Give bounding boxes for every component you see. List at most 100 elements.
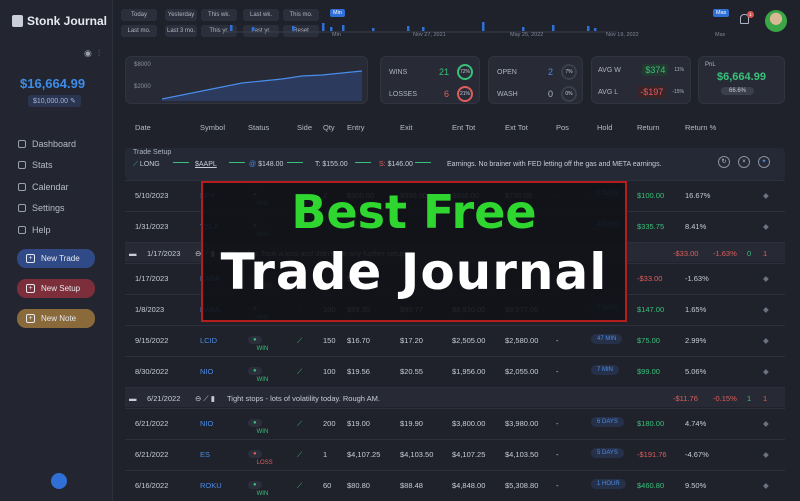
table-row[interactable]: 6/21/2022 NIO ● WIN ⟋ 200 $19.00 $19.90 $3,800.…: [125, 408, 785, 436]
eye-icon[interactable]: ◉: [84, 48, 92, 59]
filter-yesterday[interactable]: Yesterday: [165, 9, 197, 21]
table-row[interactable]: 6/16/2022 ROKU ● WIN ⟋ 60 $80.80 $88.48 $4,848.…: [125, 470, 785, 498]
column-header[interactable]: Status: [248, 123, 269, 132]
status-badge: ● WIN: [248, 367, 268, 383]
trade-symbol[interactable]: ROKU: [200, 481, 222, 490]
tag-icon[interactable]: ◆: [763, 274, 769, 283]
sidebar-item-help[interactable]: Help: [18, 219, 76, 241]
gear-icon: [18, 204, 26, 213]
column-header[interactable]: Return: [637, 123, 660, 132]
filter-last-3-mo[interactable]: Last 3 mo.: [165, 25, 197, 37]
trade-position: -: [556, 367, 559, 376]
day-icons: ⊖ ⟋ ▮: [195, 394, 215, 403]
timeline-max-tag[interactable]: Max: [713, 9, 730, 17]
column-header[interactable]: Pos: [556, 123, 569, 132]
new-note-button[interactable]: + New Note: [17, 309, 95, 328]
refresh-icon[interactable]: ↻: [718, 156, 730, 168]
trade-date: 6/16/2022: [135, 481, 169, 490]
trade-entry-total: $4,848.00: [452, 481, 486, 490]
trade-symbol[interactable]: NIO: [200, 419, 213, 428]
day-win-count: 0: [747, 249, 752, 258]
avatar[interactable]: [765, 10, 787, 32]
avg-win-stat: AVG W $374 11%: [598, 64, 684, 76]
twitter-icon[interactable]: ✦: [758, 156, 770, 168]
column-header[interactable]: Qty: [323, 123, 335, 132]
sidebar-item-calendar[interactable]: Calendar: [18, 176, 76, 198]
sidebar-item-stats[interactable]: Stats: [18, 155, 76, 177]
sidebar-item-dashboard[interactable]: Dashboard: [18, 133, 76, 155]
trade-return: $99.00: [637, 367, 660, 376]
trade-date: 1/31/2023: [135, 222, 169, 231]
help-chat-button[interactable]: [51, 473, 67, 489]
tag-icon[interactable]: ◆: [763, 481, 769, 490]
day-loss-count: 1: [763, 394, 768, 403]
setup-side: ⟋ LONG: [133, 161, 160, 168]
sliders-icon[interactable]: ⫶: [98, 48, 100, 59]
trade-timeline[interactable]: [222, 10, 617, 34]
table-row[interactable]: 8/30/2022 NIO ● WIN ⟋ 100 $19.56 $20.55 $1,956.…: [125, 356, 785, 384]
account-balance: $16,664.99: [20, 76, 86, 91]
pnl-card: PnL $6,664.99 66.6%: [698, 56, 785, 104]
column-header[interactable]: Symbol: [200, 123, 225, 132]
starting-balance: $10,000.00 ✎: [28, 95, 81, 107]
table-row[interactable]: 9/15/2022 LCID ● WIN ⟋ 150 $16.70 $17.20 $2,505…: [125, 325, 785, 353]
column-header[interactable]: Ent Tot: [452, 123, 475, 132]
day-date: 1/17/2023: [147, 249, 181, 258]
app-logo[interactable]: Stonk Journal: [12, 14, 107, 28]
trade-exit-total: $4,103.50: [505, 450, 539, 459]
calendar-icon: [18, 182, 26, 191]
tag-icon[interactable]: ◆: [763, 305, 769, 314]
timeline-bar: [252, 27, 255, 31]
new-trade-button[interactable]: + New Trade: [17, 249, 95, 268]
sidebar-item-label: Help: [32, 224, 51, 235]
notification-badge: 1: [747, 11, 754, 18]
tag-icon[interactable]: ◆: [763, 419, 769, 428]
stats-icon: [18, 161, 26, 170]
timeline-min-tag[interactable]: Min: [330, 9, 345, 17]
column-header[interactable]: Date: [135, 123, 151, 132]
column-header[interactable]: Entry: [347, 123, 365, 132]
trend-icon: ⟋: [297, 419, 303, 428]
trade-position: -: [556, 336, 559, 345]
trade-exit: $88.48: [400, 481, 423, 490]
setup-note: Earnings. No brainer with FED letting of…: [447, 161, 662, 168]
column-header[interactable]: Ext Tot: [505, 123, 528, 132]
new-setup-button[interactable]: + New Setup: [17, 279, 95, 298]
setup-symbol[interactable]: $AAPL: [195, 161, 217, 168]
filter-today[interactable]: Today: [121, 9, 157, 21]
trade-return: $460.80: [637, 481, 665, 490]
trade-date: 5/10/2023: [135, 191, 169, 200]
tag-icon[interactable]: ◆: [763, 222, 769, 231]
column-header[interactable]: Side: [297, 123, 312, 132]
trade-qty: 200: [323, 419, 336, 428]
filter-last-mo[interactable]: Last mo.: [121, 25, 157, 37]
trade-return: $147.00: [637, 305, 665, 314]
timeline-bar: [292, 26, 295, 31]
trade-symbol[interactable]: NIO: [200, 367, 213, 376]
setup-stop: S: $146.00: [379, 161, 413, 168]
day-summary-row[interactable]: ▬ 6/21/2022 ⊖ ⟋ ▮ Tight stops - lots of vol…: [125, 387, 785, 407]
tag-icon[interactable]: ◆: [763, 191, 769, 200]
tag-icon[interactable]: ◆: [763, 336, 769, 345]
trade-entry-total: $2,505.00: [452, 336, 486, 345]
day-loss-count: 1: [763, 249, 768, 258]
table-row[interactable]: 6/21/2022 ES ● LOSS ⟋ 1 $4,107.25 $4,103.50 $4,…: [125, 439, 785, 467]
close-icon[interactable]: ×: [738, 156, 750, 168]
trade-symbol[interactable]: LCID: [200, 336, 217, 345]
trade-date: 8/30/2022: [135, 367, 169, 376]
trade-symbol[interactable]: ES: [200, 450, 210, 459]
tag-icon[interactable]: ◆: [763, 450, 769, 459]
trade-entry-total: $4,107.25: [452, 450, 486, 459]
column-header[interactable]: Hold: [597, 123, 612, 132]
trade-return-pct: 9.50%: [685, 481, 707, 490]
column-header[interactable]: Return %: [685, 123, 716, 132]
plus-icon: +: [26, 314, 35, 323]
column-header[interactable]: Exit: [400, 123, 413, 132]
tag-icon[interactable]: ◆: [763, 367, 769, 376]
setup-entry: @ $148.00: [249, 161, 284, 168]
trade-entry-total: $3,800.00: [452, 419, 486, 428]
hold-badge: 47 MIN: [591, 334, 623, 344]
trade-setup[interactable]: Trade Setup ⟋ LONG $AAPL @ $148.00 T: $1…: [125, 148, 785, 180]
day-note: Tight stops - lots of volatility today. …: [227, 394, 380, 403]
sidebar-item-settings[interactable]: Settings: [18, 198, 76, 220]
